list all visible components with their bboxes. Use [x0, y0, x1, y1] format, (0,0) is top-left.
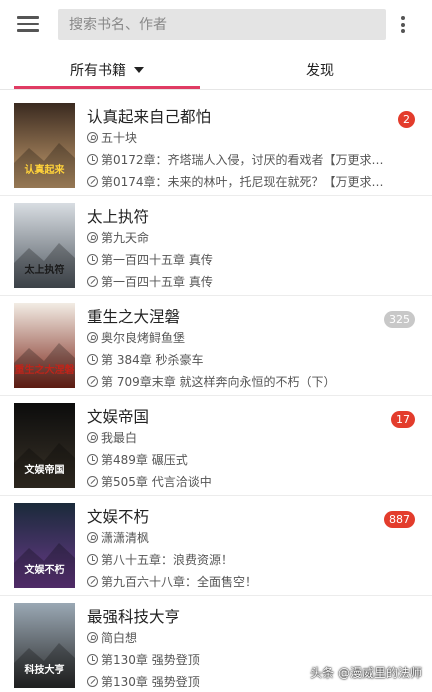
clock-icon: [87, 554, 98, 565]
book-author-line: 我最白: [87, 429, 389, 446]
top-bar: [0, 0, 432, 50]
author-icon: [87, 132, 98, 143]
book-current-chapter: 第 709章末章 就这样奔向永恒的不朽（下）: [101, 375, 336, 389]
book-cover: 文娱帝国: [14, 403, 75, 488]
book-latest-chapter: 第 384章 秒杀豪车: [101, 353, 204, 367]
author-icon: [87, 332, 98, 343]
book-author: 我最白: [101, 431, 138, 445]
book-title: 太上执符: [87, 208, 150, 226]
book-cover: 重生之大涅磐: [14, 303, 75, 388]
tab-all-books-label: 所有书籍: [70, 63, 126, 79]
book-cover: 太上执符: [14, 203, 75, 288]
book-title: 最强科技大亨: [87, 608, 181, 626]
compass-icon: [87, 676, 98, 687]
book-current-chapter: 第0174章：未来的林叶，托尼现在就死？【万更求订...: [101, 175, 389, 189]
book-list: 认真起来 认真起来自己都怕 五十块 第0172章：齐塔瑞人入侵，讨厌的看戏者【万…: [0, 96, 432, 692]
tab-discover[interactable]: 发现: [220, 54, 420, 90]
book-latest-chapter-line: 第 384章 秒杀豪车: [87, 351, 389, 368]
compass-icon: [87, 376, 98, 387]
clock-icon: [87, 154, 98, 165]
book-current-chapter-line: 第505章 代言洽谈中: [87, 473, 389, 490]
book-item[interactable]: 文娱帝国 文娱帝国 我最白 第489章 碾压式 第505章 代言洽谈中 17: [0, 396, 432, 496]
book-author: 潇潇清枫: [101, 531, 150, 545]
author-icon: [87, 232, 98, 243]
tab-all-books[interactable]: 所有书籍: [14, 54, 200, 90]
book-latest-chapter: 第0172章：齐塔瑞人入侵，讨厌的看戏者【万更求订...: [101, 153, 389, 167]
cover-title-text: 太上执符: [24, 263, 65, 276]
clock-icon: [87, 354, 98, 365]
cover-title-text: 重生之大涅磐: [15, 363, 75, 376]
book-current-chapter: 第九百六十八章：全面售空！: [101, 575, 258, 589]
unread-count-badge: 887: [384, 511, 415, 528]
book-latest-chapter: 第130章 强势登顶: [101, 653, 200, 667]
author-icon: [87, 432, 98, 443]
book-author-line: 简白想: [87, 629, 389, 646]
unread-count-badge: 17: [391, 411, 415, 428]
compass-icon: [87, 576, 98, 587]
book-title: 文娱不朽: [87, 508, 150, 526]
book-title: 认真起来自己都怕: [87, 108, 212, 126]
book-latest-chapter: 第一百四十五章 真传: [101, 253, 213, 267]
book-title: 重生之大涅磐: [87, 308, 181, 326]
hamburger-menu-icon[interactable]: [14, 12, 42, 38]
book-current-chapter-line: 第 709章末章 就这样奔向永恒的不朽（下）: [87, 373, 389, 390]
book-author: 第九天命: [101, 231, 150, 245]
book-author-line: 奥尔良烤鲟鱼堡: [87, 329, 389, 346]
clock-icon: [87, 254, 98, 265]
search-box[interactable]: [58, 9, 386, 40]
tab-indicator: [14, 86, 200, 89]
cover-title-text: 认真起来: [25, 163, 66, 176]
clock-icon: [87, 654, 98, 665]
book-current-chapter: 第130章 强势登顶: [101, 675, 200, 689]
book-author: 奥尔良烤鲟鱼堡: [101, 331, 186, 345]
unread-count-badge: 325: [384, 311, 415, 328]
author-icon: [87, 632, 98, 643]
clock-icon: [87, 454, 98, 465]
book-author-line: 第九天命: [87, 229, 389, 246]
book-author-line: 五十块: [87, 129, 389, 146]
book-title: 文娱帝国: [87, 408, 150, 426]
book-current-chapter-line: 第一百四十五章 真传: [87, 273, 389, 290]
book-latest-chapter-line: 第489章 碾压式: [87, 451, 389, 468]
book-latest-chapter: 第八十五章：浪费资源！: [101, 553, 234, 567]
unread-count-badge: 2: [398, 111, 415, 128]
cover-title-text: 文娱不朽: [25, 563, 65, 576]
book-item[interactable]: 太上执符 太上执符 第九天命 第一百四十五章 真传 第一百四十五章 真传: [0, 196, 432, 296]
book-cover: 文娱不朽: [14, 503, 75, 588]
cover-title-text: 文娱帝国: [25, 463, 65, 476]
book-current-chapter: 第505章 代言洽谈中: [101, 475, 212, 489]
tab-discover-label: 发现: [306, 63, 334, 79]
book-cover: 科技大亨: [14, 603, 75, 688]
compass-icon: [87, 176, 98, 187]
book-author: 简白想: [101, 631, 138, 645]
cover-title-text: 科技大亨: [25, 663, 65, 676]
book-current-chapter-line: 第九百六十八章：全面售空！: [87, 573, 389, 590]
dropdown-caret-icon: [134, 67, 144, 73]
book-latest-chapter-line: 第0172章：齐塔瑞人入侵，讨厌的看戏者【万更求订...: [87, 151, 389, 168]
tab-bar: 所有书籍 发现: [0, 54, 432, 90]
book-current-chapter-line: 第0174章：未来的林叶，托尼现在就死？【万更求订...: [87, 173, 389, 190]
compass-icon: [87, 276, 98, 287]
book-cover: 认真起来: [14, 103, 75, 188]
author-icon: [87, 532, 98, 543]
book-current-chapter: 第一百四十五章 真传: [101, 275, 213, 289]
book-author: 五十块: [101, 131, 138, 145]
book-author-line: 潇潇清枫: [87, 529, 389, 546]
book-latest-chapter-line: 第八十五章：浪费资源！: [87, 551, 389, 568]
book-item[interactable]: 文娱不朽 文娱不朽 潇潇清枫 第八十五章：浪费资源！ 第九百六十八章：全面售空！…: [0, 496, 432, 596]
compass-icon: [87, 476, 98, 487]
more-options-icon[interactable]: [396, 14, 410, 36]
book-item[interactable]: 认真起来 认真起来自己都怕 五十块 第0172章：齐塔瑞人入侵，讨厌的看戏者【万…: [0, 96, 432, 196]
book-latest-chapter-line: 第一百四十五章 真传: [87, 251, 389, 268]
watermark: 头条 @漫威里的法师: [310, 666, 422, 680]
book-item[interactable]: 重生之大涅磐 重生之大涅磐 奥尔良烤鲟鱼堡 第 384章 秒杀豪车 第 709章…: [0, 296, 432, 396]
search-input[interactable]: [58, 9, 386, 40]
book-latest-chapter: 第489章 碾压式: [101, 453, 188, 467]
